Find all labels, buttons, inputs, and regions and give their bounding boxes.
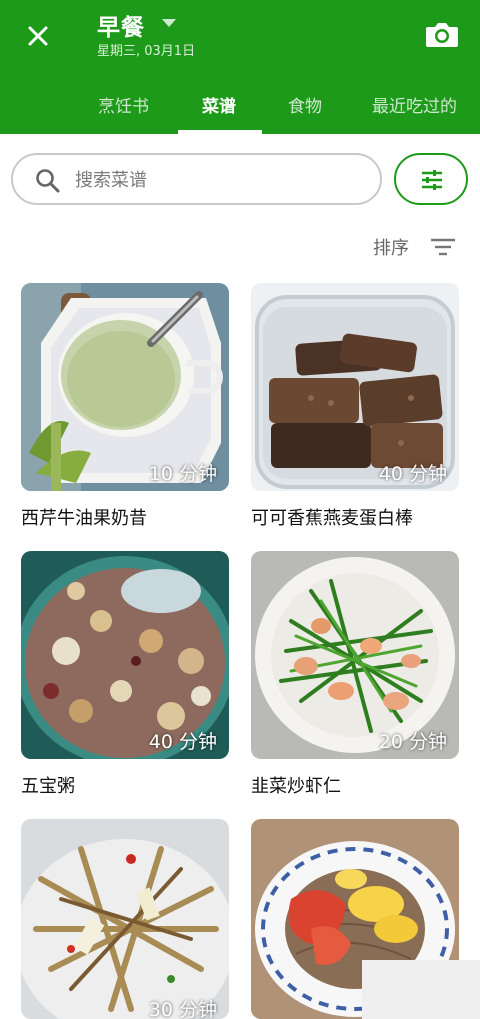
tab-recently-eaten[interactable]: 最近吃过的 [372, 92, 457, 117]
recipe-image[interactable] [21, 819, 229, 1019]
search-input[interactable] [75, 165, 365, 195]
tab-cookbook[interactable]: 烹饪书 [98, 92, 149, 117]
search-icon [36, 169, 60, 193]
sort-label[interactable]: 排序 [373, 234, 409, 260]
recipe-title[interactable]: 韭菜炒虾仁 [251, 772, 341, 798]
tab-foods[interactable]: 食物 [288, 92, 322, 117]
cook-time: 40 分钟 [378, 463, 447, 485]
close-icon[interactable] [22, 20, 54, 52]
filter-button[interactable] [394, 153, 468, 205]
search-bar[interactable] [11, 153, 382, 205]
sort-icon[interactable] [430, 236, 456, 258]
chevron-down-icon[interactable] [162, 19, 176, 27]
meal-title[interactable]: 早餐 [97, 8, 145, 42]
sliders-icon [422, 170, 442, 190]
app-header: 早餐 星期三, 03月1日 烹饪书 菜谱 食物 最近吃过的 [0, 0, 480, 134]
overlay-patch [362, 960, 480, 1019]
active-tab-indicator [178, 130, 262, 134]
camera-icon[interactable] [425, 19, 459, 49]
tab-bar: 烹饪书 菜谱 食物 最近吃过的 [0, 84, 480, 134]
cook-time: 10 分钟 [148, 463, 217, 485]
tab-recipes[interactable]: 菜谱 [202, 92, 236, 117]
cook-time: 30 分钟 [148, 999, 217, 1019]
recipe-title[interactable]: 可可香蕉燕麦蛋白棒 [251, 504, 413, 530]
cook-time: 20 分钟 [378, 731, 447, 753]
recipe-title[interactable]: 西芹牛油果奶昔 [21, 504, 147, 530]
recipe-title[interactable]: 五宝粥 [21, 772, 75, 798]
cook-time: 40 分钟 [148, 731, 217, 753]
date-subtitle: 星期三, 03月1日 [97, 44, 196, 59]
